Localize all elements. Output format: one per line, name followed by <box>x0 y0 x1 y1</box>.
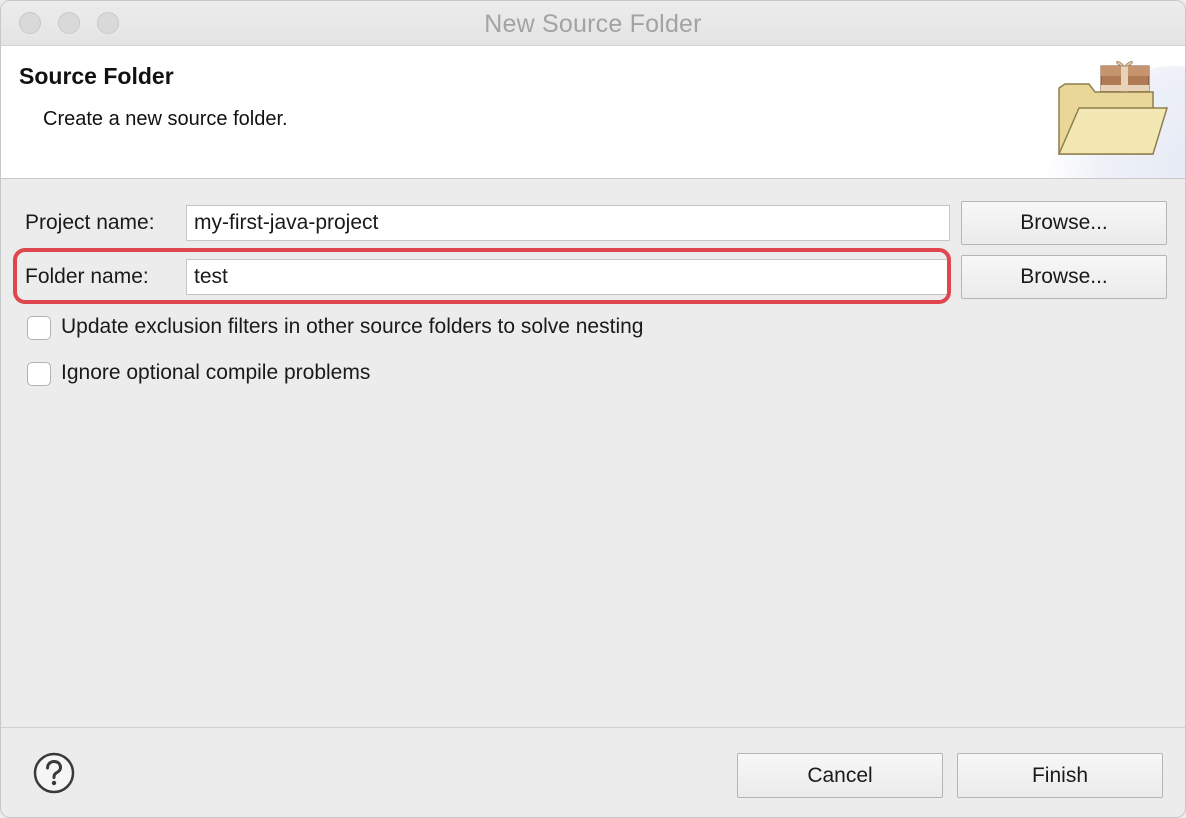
finish-button[interactable]: Finish <box>957 753 1163 798</box>
ignore-optional-checkbox[interactable] <box>27 362 51 386</box>
new-source-folder-dialog: New Source Folder Source Folder Create a… <box>0 0 1186 818</box>
dialog-banner: Source Folder Create a new source folder… <box>1 46 1185 179</box>
title-bar: New Source Folder <box>1 1 1185 46</box>
ignore-optional-label[interactable]: Ignore optional compile problems <box>61 361 370 385</box>
banner-description: Create a new source folder. <box>43 108 288 130</box>
update-exclusion-checkbox[interactable] <box>27 316 51 340</box>
cancel-button[interactable]: Cancel <box>737 753 943 798</box>
banner-title: Source Folder <box>19 63 174 89</box>
window-title: New Source Folder <box>484 10 702 38</box>
folder-name-label: Folder name: <box>25 265 149 288</box>
project-name-input[interactable] <box>186 205 950 241</box>
folder-name-input[interactable] <box>186 259 950 295</box>
project-browse-button[interactable]: Browse... <box>961 201 1167 245</box>
footer-separator <box>1 727 1185 728</box>
project-name-label: Project name: <box>25 211 155 234</box>
help-icon[interactable] <box>33 752 75 794</box>
update-exclusion-label[interactable]: Update exclusion filters in other source… <box>61 315 643 339</box>
folder-with-package-icon <box>1057 60 1169 155</box>
folder-browse-button[interactable]: Browse... <box>961 255 1167 299</box>
